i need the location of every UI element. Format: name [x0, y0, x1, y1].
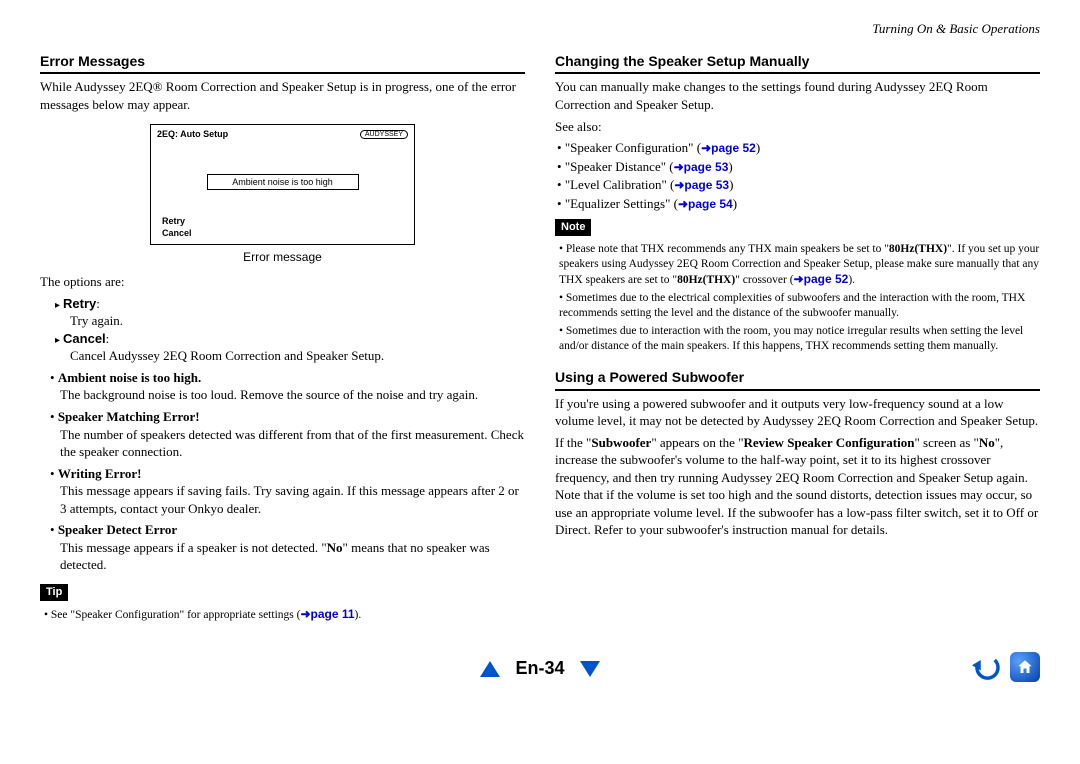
ref-level-calibration: • "Level Calibration" (page 53): [557, 176, 1040, 194]
left-column: Error Messages While Audyssey 2EQ® Room …: [40, 46, 525, 626]
page-footer: En-34: [40, 656, 1040, 680]
nav-next-icon[interactable]: [580, 661, 600, 677]
diagram-title: 2EQ: Auto Setup: [157, 130, 228, 139]
link-page-54[interactable]: page 54: [678, 197, 733, 211]
error-diagram: 2EQ: Auto Setup AUDYSSEY Ambient noise i…: [150, 124, 415, 245]
option-retry: Retry: Try again.: [55, 295, 525, 330]
header-section-label: Turning On & Basic Operations: [40, 20, 1040, 38]
diagram-retry: Retry: [162, 215, 408, 227]
error-speaker-detect-desc: This message appears if a speaker is not…: [60, 539, 525, 574]
error-ambient: • Ambient noise is too high. The backgro…: [50, 369, 525, 404]
back-icon[interactable]: [972, 653, 1000, 681]
error-intro: While Audyssey 2EQ® Room Correction and …: [40, 78, 525, 113]
right-column: Changing the Speaker Setup Manually You …: [555, 46, 1040, 626]
error-speaker-matching: • Speaker Matching Error! The number of …: [50, 408, 525, 461]
link-page-52b[interactable]: page 52: [794, 272, 849, 286]
sub-p2: If the "Subwoofer" appears on the "Revie…: [555, 434, 1040, 539]
option-cancel-desc: Cancel Audyssey 2EQ Room Correction and …: [70, 347, 525, 365]
option-retry-desc: Try again.: [70, 312, 525, 330]
options-intro: The options are:: [40, 273, 525, 291]
error-ambient-desc: The background noise is too loud. Remove…: [60, 386, 525, 404]
error-speaker-detect: • Speaker Detect Error This message appe…: [50, 521, 525, 574]
diagram-message-box: Ambient noise is too high: [207, 174, 359, 190]
tip-list: See "Speaker Configuration" for appropri…: [40, 607, 525, 623]
nav-prev-icon[interactable]: [480, 661, 500, 677]
audyssey-badge: AUDYSSEY: [360, 130, 408, 139]
note-list: Please note that THX recommends any THX …: [555, 242, 1040, 354]
tip-label: Tip: [40, 584, 68, 601]
error-writing-desc: This message appears if saving fails. Tr…: [60, 482, 525, 517]
diagram-caption: Error message: [40, 249, 525, 265]
heading-changing-speaker: Changing the Speaker Setup Manually: [555, 52, 1040, 75]
heading-powered-subwoofer: Using a Powered Subwoofer: [555, 368, 1040, 391]
option-cancel: Cancel: Cancel Audyssey 2EQ Room Correct…: [55, 330, 525, 365]
link-page-11[interactable]: page 11: [300, 607, 354, 621]
heading-error-messages: Error Messages: [40, 52, 525, 75]
note-item-3: Sometimes due to interaction with the ro…: [559, 324, 1040, 354]
page-number: En-34: [515, 656, 564, 680]
see-also: See also:: [555, 118, 1040, 136]
error-writing: • Writing Error! This message appears if…: [50, 465, 525, 518]
link-page-53b[interactable]: page 53: [674, 178, 729, 192]
sub-p1: If you're using a powered subwoofer and …: [555, 395, 1040, 430]
tip-item: See "Speaker Configuration" for appropri…: [44, 607, 525, 623]
ref-equalizer: • "Equalizer Settings" (page 54): [557, 195, 1040, 213]
ref-speaker-config: • "Speaker Configuration" (page 52): [557, 139, 1040, 157]
ref-speaker-distance: • "Speaker Distance" (page 53): [557, 158, 1040, 176]
diagram-cancel: Cancel: [162, 227, 408, 239]
home-icon[interactable]: [1010, 652, 1040, 682]
change-intro: You can manually make changes to the set…: [555, 78, 1040, 113]
note-item-2: Sometimes due to the electrical complexi…: [559, 291, 1040, 321]
note-label: Note: [555, 219, 591, 236]
error-speaker-matching-desc: The number of speakers detected was diff…: [60, 426, 525, 461]
note-item-1: Please note that THX recommends any THX …: [559, 242, 1040, 288]
link-page-52a[interactable]: page 52: [701, 141, 756, 155]
link-page-53a[interactable]: page 53: [674, 160, 729, 174]
